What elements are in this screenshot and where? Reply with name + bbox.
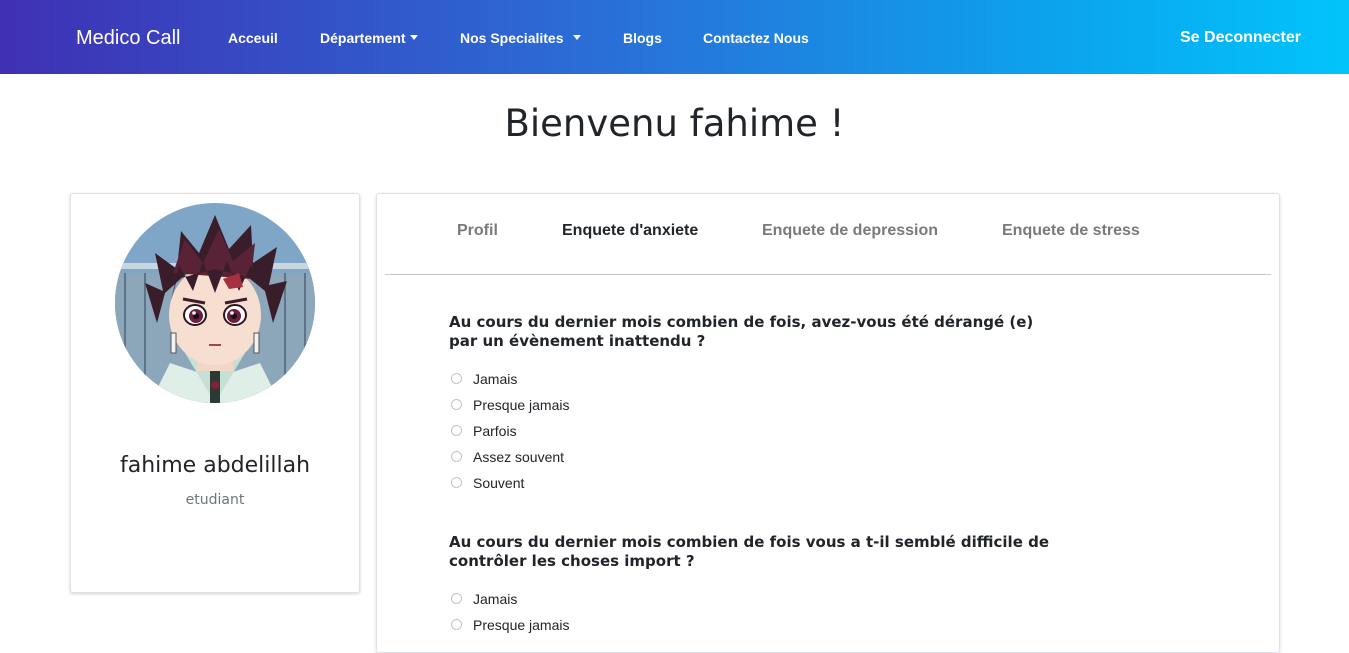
radio-button[interactable] bbox=[451, 373, 462, 384]
anime-avatar-icon bbox=[115, 203, 315, 403]
tab-enquete-anxiete[interactable]: Enquete d'anxiete bbox=[562, 222, 698, 240]
tab-enquete-depression[interactable]: Enquete de depression bbox=[762, 222, 938, 240]
brand-logo[interactable]: Medico Call bbox=[76, 25, 180, 51]
chevron-down-icon bbox=[572, 35, 581, 40]
profile-name: fahime abdelillah bbox=[119, 453, 311, 478]
question-2: Au cours du dernier mois combien de fois… bbox=[449, 533, 1050, 570]
page-title: Bienvenu fahime ! bbox=[504, 102, 845, 145]
radio-button[interactable] bbox=[451, 451, 462, 462]
profile-card: fahime abdelillah etudiant bbox=[70, 193, 360, 593]
avatar bbox=[115, 203, 315, 403]
nav-item-label: Blogs bbox=[623, 30, 662, 46]
chevron-down-icon bbox=[409, 35, 418, 40]
nav-item-label: Nos Specialites bbox=[460, 30, 564, 46]
top-navbar: Medico Call Acceuil Département Nos Spec… bbox=[0, 0, 1349, 74]
option-label: Presque jamais bbox=[473, 397, 570, 413]
radio-button[interactable] bbox=[451, 477, 462, 488]
option-label: Assez souvent bbox=[473, 449, 565, 465]
option-label: Presque jamais bbox=[473, 617, 570, 633]
nav-item-departement-dropdown[interactable]: Département bbox=[320, 29, 418, 47]
option-label: Souvent bbox=[473, 475, 525, 491]
nav-item-label: Département bbox=[320, 30, 406, 46]
logout-link[interactable]: Se Deconnecter bbox=[1180, 28, 1301, 48]
option-label: Jamais bbox=[473, 591, 518, 607]
tab-enquete-stress[interactable]: Enquete de stress bbox=[1002, 222, 1140, 240]
radio-button[interactable] bbox=[451, 425, 462, 436]
survey-card: Profil Enquete d'anxiete Enquete de depr… bbox=[376, 193, 1280, 653]
option-label: Jamais bbox=[473, 371, 518, 387]
radio-button[interactable] bbox=[451, 399, 462, 410]
tab-divider bbox=[385, 274, 1271, 275]
question-1: Au cours du dernier mois combien de fois… bbox=[449, 313, 1034, 350]
nav-item-acceuil[interactable]: Acceuil bbox=[228, 29, 278, 47]
radio-button[interactable] bbox=[451, 619, 462, 630]
option-label: Parfois bbox=[473, 423, 517, 439]
profile-role: etudiant bbox=[185, 492, 245, 508]
nav-item-specialites-dropdown[interactable]: Nos Specialites bbox=[460, 29, 581, 47]
nav-item-blogs[interactable]: Blogs bbox=[623, 29, 662, 47]
nav-item-label: Contactez Nous bbox=[703, 30, 809, 46]
radio-button[interactable] bbox=[451, 593, 462, 604]
nav-item-contact[interactable]: Contactez Nous bbox=[703, 29, 809, 47]
tab-profil[interactable]: Profil bbox=[457, 222, 498, 240]
nav-item-label: Acceuil bbox=[228, 30, 278, 46]
